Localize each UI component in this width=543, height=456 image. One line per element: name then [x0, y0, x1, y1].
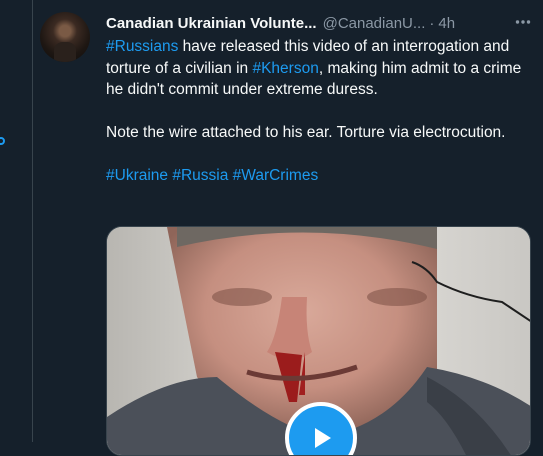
- hashtag-link[interactable]: #Russia: [172, 167, 228, 184]
- avatar[interactable]: [40, 12, 90, 62]
- user-handle[interactable]: @CanadianU...: [323, 15, 426, 32]
- tweet-text-span: Note the wire attached to his ear. Tortu…: [106, 124, 506, 141]
- tweet-paragraph: #Russians have released this video of an…: [106, 36, 536, 101]
- hashtag-link[interactable]: #Kherson: [252, 60, 318, 77]
- separator: ·: [429, 14, 435, 32]
- video-thumbnail[interactable]: [106, 226, 531, 456]
- left-rail: [0, 0, 33, 442]
- tweet-paragraph: Note the wire attached to his ear. Tortu…: [106, 122, 536, 144]
- tweet[interactable]: Canadian Ukrainian Volunte... @CanadianU…: [33, 0, 543, 456]
- thread-indicator-icon: [0, 137, 5, 145]
- hashtag-link[interactable]: #Ukraine: [106, 167, 168, 184]
- more-options-button[interactable]: [513, 12, 533, 32]
- timestamp[interactable]: 4h: [438, 15, 455, 32]
- tweet-hashtags: #Ukraine #Russia #WarCrimes: [106, 165, 536, 187]
- play-icon: [315, 428, 331, 448]
- more-icon: [515, 20, 531, 24]
- hashtag-link[interactable]: #WarCrimes: [233, 167, 319, 184]
- tweet-header: Canadian Ukrainian Volunte... @CanadianU…: [106, 13, 538, 33]
- tweet-text: #Russians have released this video of an…: [106, 36, 536, 187]
- hashtag-link[interactable]: #Russians: [106, 38, 178, 55]
- display-name[interactable]: Canadian Ukrainian Volunte...: [106, 15, 317, 32]
